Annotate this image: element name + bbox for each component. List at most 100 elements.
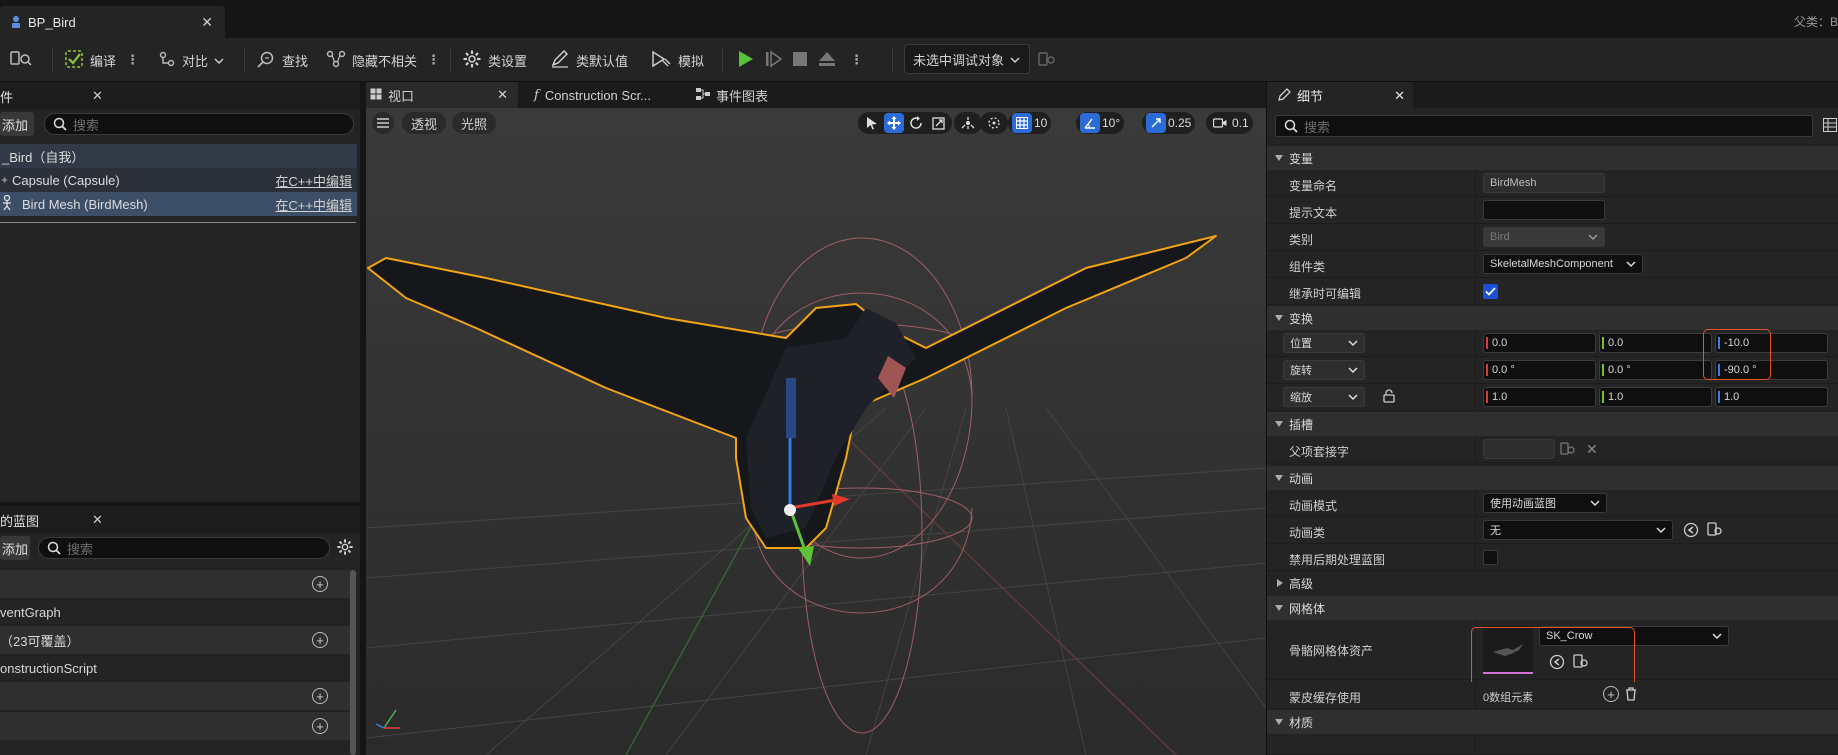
section-transform[interactable]: 变换 — [1267, 306, 1838, 330]
class-defaults-button[interactable]: 类默认值 — [550, 46, 628, 74]
section-sockets[interactable]: 插槽 — [1267, 412, 1838, 436]
find-label: 查找 — [282, 53, 309, 69]
variable-name-input[interactable]: BirdMesh — [1483, 173, 1605, 193]
class-settings-button[interactable]: 类设置 — [462, 46, 527, 74]
section-materials[interactable]: 材质 — [1267, 710, 1838, 734]
tab-label: Construction Scr... — [544, 87, 652, 103]
camera-speed-control[interactable]: 0.1 — [1206, 112, 1253, 134]
add-element-icon[interactable]: + — [1603, 686, 1619, 702]
tab-event-graph[interactable]: 事件图表 — [696, 82, 768, 108]
hide-unrelated-button[interactable]: 隐藏不相关 ⋮ — [326, 46, 440, 74]
animation-class-dropdown[interactable]: 无 — [1483, 520, 1673, 540]
trash-icon[interactable] — [1625, 687, 1637, 704]
blueprint-category-variables[interactable]: + — [0, 712, 350, 740]
play-options-icon[interactable]: ⋮ — [850, 52, 863, 68]
tab-construction-script[interactable]: f Construction Scr... — [534, 82, 651, 108]
blueprint-category-macros[interactable]: + — [0, 682, 350, 710]
play-icon[interactable] — [736, 50, 754, 71]
edit-in-cpp-link[interactable]: 在C++中编辑 — [275, 195, 352, 214]
tooltip-input[interactable] — [1483, 200, 1605, 220]
location-y-input[interactable]: 0.0 — [1599, 333, 1712, 353]
close-panel-icon[interactable]: ✕ — [92, 88, 103, 104]
translate-tool-icon[interactable] — [884, 113, 904, 133]
viewport-menu-button[interactable] — [372, 112, 394, 134]
blueprint-category-graphs[interactable]: + — [0, 570, 350, 598]
world-local-toggle[interactable] — [954, 112, 982, 134]
lit-button[interactable]: 光照 — [452, 112, 496, 134]
compile-options-icon[interactable]: ⋮ — [126, 52, 139, 68]
parent-class-label: 父类：B — [1793, 15, 1838, 29]
editable-checkbox[interactable] — [1483, 284, 1498, 299]
perspective-button[interactable]: 透视 — [402, 112, 446, 134]
debug-browse-button[interactable] — [1038, 46, 1056, 74]
rotation-x-input[interactable]: 0.0 ° — [1483, 360, 1596, 380]
surface-snap-toggle[interactable] — [980, 112, 1008, 134]
select-tool-icon[interactable] — [862, 113, 882, 133]
details-tab[interactable]: 细节 ✕ — [1267, 82, 1413, 108]
component-row-capsule[interactable]: ✦ Capsule (Capsule) 在C++中编辑 — [0, 168, 357, 192]
location-x-input[interactable]: 0.0 — [1483, 333, 1596, 353]
hide-unrelated-options-icon[interactable]: ⋮ — [427, 52, 440, 68]
add-function-icon[interactable]: + — [312, 632, 328, 648]
use-selected-icon[interactable] — [1683, 522, 1699, 541]
add-blueprint-item-button[interactable]: 添加 — [0, 536, 30, 560]
rotate-tool-icon[interactable] — [906, 113, 926, 133]
stop-icon[interactable] — [792, 51, 808, 70]
add-variable-icon[interactable]: + — [312, 718, 328, 734]
details-search-input[interactable]: 搜索 — [1275, 115, 1813, 137]
tab-viewport[interactable]: 视口 ✕ — [366, 82, 518, 108]
find-button[interactable]: 查找 — [256, 46, 308, 74]
disable-post-process-checkbox[interactable] — [1483, 550, 1498, 565]
clear-icon[interactable]: ✕ — [1586, 441, 1598, 458]
scale-x-input[interactable]: 1.0 — [1483, 387, 1596, 407]
table-view-icon[interactable] — [1823, 118, 1837, 135]
scale-tool-icon[interactable] — [928, 113, 948, 133]
component-row-birdmesh[interactable]: Bird Mesh (BirdMesh) 在C++中编辑 — [0, 192, 357, 216]
simulate-button[interactable]: 模拟 — [650, 46, 704, 74]
component-row-self[interactable]: _Bird（自我） — [0, 144, 357, 168]
add-macro-icon[interactable]: + — [312, 688, 328, 704]
scale-z-input[interactable]: 1.0 — [1715, 387, 1828, 407]
step-forward-icon[interactable] — [764, 50, 783, 71]
browse-asset-icon[interactable] — [1707, 522, 1723, 541]
section-animation[interactable]: 动画 — [1267, 466, 1838, 490]
rotation-snap-control[interactable]: 10° — [1076, 112, 1125, 134]
rotation-y-input[interactable]: 0.0 ° — [1599, 360, 1712, 380]
scale-snap-control[interactable]: 0.25 — [1142, 112, 1196, 134]
blueprint-row-eventgraph[interactable]: ventGraph — [0, 598, 350, 626]
location-mode-dropdown[interactable]: 位置 — [1283, 333, 1365, 353]
close-tab-icon[interactable]: ✕ — [201, 14, 213, 31]
scale-y-input[interactable]: 1.0 — [1599, 387, 1712, 407]
my-blueprint-search-input[interactable]: 搜索 — [38, 537, 330, 559]
components-search-input[interactable]: 搜索 — [44, 113, 354, 135]
rotation-mode-dropdown[interactable]: 旋转 — [1283, 360, 1365, 380]
gear-icon[interactable] — [336, 538, 354, 559]
section-variable[interactable]: 变量 — [1267, 146, 1838, 170]
component-class-dropdown[interactable]: SkeletalMeshComponent — [1483, 254, 1643, 274]
close-tab-icon[interactable]: ✕ — [1394, 88, 1405, 104]
edit-in-cpp-link[interactable]: 在C++中编辑 — [275, 171, 352, 190]
blueprint-category-functions[interactable]: （23可覆盖） + — [0, 626, 350, 654]
parent-socket-input[interactable] — [1483, 439, 1555, 459]
add-component-button[interactable]: 添加 — [0, 112, 34, 136]
animation-mode-dropdown[interactable]: 使用动画蓝图 — [1483, 493, 1607, 513]
eject-icon[interactable] — [818, 51, 836, 70]
viewport-3d[interactable]: 透视 光照 10 10° 0.25 0.1 — [366, 108, 1266, 755]
add-graph-icon[interactable]: + — [312, 576, 328, 592]
debug-object-select[interactable]: 未选中调试对象 — [904, 44, 1030, 74]
blueprint-row-constructionscript[interactable]: onstructionScript — [0, 654, 350, 682]
diff-button[interactable]: 对比 — [158, 46, 224, 74]
scrollbar[interactable] — [350, 570, 356, 755]
browse-socket-icon[interactable] — [1560, 442, 1576, 459]
save-browse-button[interactable] — [10, 46, 34, 74]
compile-button[interactable]: 编译 ⋮ — [64, 46, 139, 74]
scale-mode-dropdown[interactable]: 缩放 — [1283, 387, 1365, 407]
section-advanced[interactable]: 高级 — [1267, 571, 1838, 595]
category-dropdown[interactable]: Bird — [1483, 227, 1605, 247]
blueprint-tab[interactable]: BP_Bird ✕ — [0, 6, 225, 38]
lock-icon[interactable] — [1383, 389, 1395, 406]
close-panel-icon[interactable]: ✕ — [92, 512, 103, 528]
close-tab-icon[interactable]: ✕ — [497, 87, 508, 103]
grid-snap-control[interactable]: 10 — [1008, 112, 1052, 134]
section-mesh[interactable]: 网格体 — [1267, 596, 1838, 620]
